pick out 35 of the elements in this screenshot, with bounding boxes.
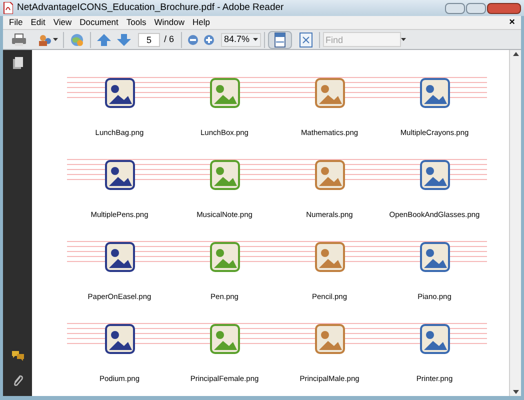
up-arrow-icon: [96, 32, 112, 48]
print-button[interactable]: [9, 30, 29, 48]
zoom-field[interactable]: 84.7%: [221, 32, 261, 46]
caret-icon: [53, 38, 58, 42]
pdf-document-icon: [3, 2, 13, 14]
fit-width-button[interactable]: [268, 30, 292, 48]
pages-icon: [12, 56, 24, 70]
menu-item[interactable]: Edit: [30, 16, 46, 29]
menu-item[interactable]: File: [9, 16, 23, 29]
scrollbar[interactable]: [509, 50, 521, 396]
menu-item[interactable]: Document: [80, 16, 118, 29]
window-title: NetAdvantageICONS_Education_Brochure.pdf - Adobe Reader: [17, 0, 284, 15]
printer-icon: [11, 32, 27, 48]
up-arrow-icon: [512, 52, 518, 56]
menu-item[interactable]: Tools: [126, 16, 146, 29]
page-width-icon: [272, 32, 288, 48]
menu-item[interactable]: View: [53, 16, 72, 29]
down-arrow-icon: [116, 32, 132, 48]
close-button[interactable]: [487, 2, 521, 14]
plus-circle-icon: [203, 34, 216, 46]
speech-bubbles-icon: [10, 350, 24, 362]
minimize-button[interactable]: [445, 2, 465, 14]
globe-icon: [69, 32, 85, 48]
minus-circle-icon: [187, 34, 200, 46]
page-number-field[interactable]: 5: [138, 32, 160, 46]
find-field[interactable]: Find: [322, 32, 401, 47]
paperclip-icon: [12, 374, 24, 388]
menu-item[interactable]: Help: [192, 16, 210, 29]
page-count: / 6: [164, 32, 174, 46]
down-arrow-icon: [512, 390, 518, 394]
menu-item[interactable]: Window: [154, 16, 184, 29]
caret-icon: [400, 38, 406, 42]
caret-icon: [252, 38, 258, 42]
maximize-button[interactable]: [466, 2, 486, 14]
close-document-button[interactable]: ×: [509, 15, 515, 30]
